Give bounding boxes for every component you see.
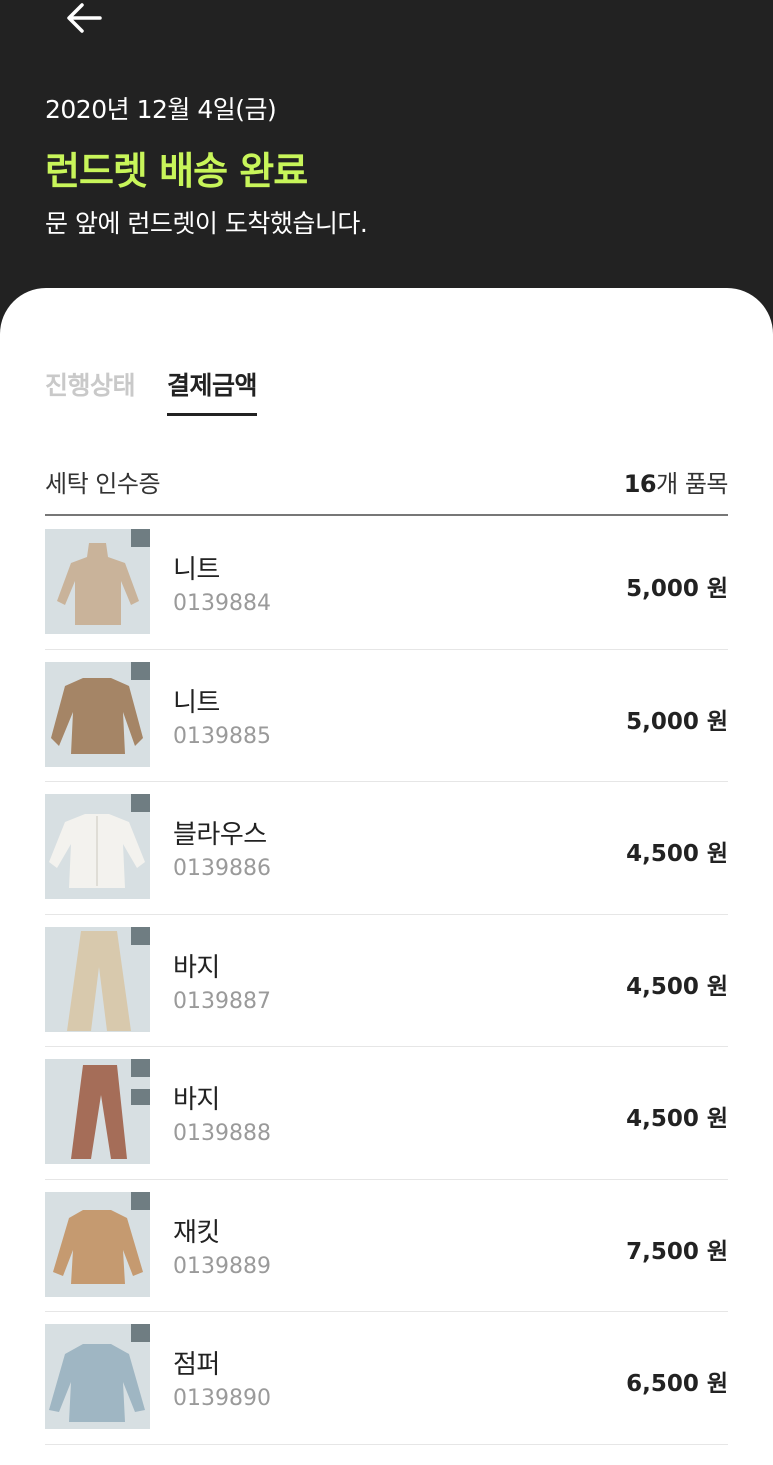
item-price: 5,000 원 — [626, 708, 728, 735]
item-thumbnail — [45, 794, 150, 899]
item-code: 0139887 — [173, 988, 271, 1014]
item-price: 7,500 원 — [626, 1238, 728, 1265]
list-item[interactable]: 바지 0139888 4,500 원 — [45, 1047, 728, 1180]
item-name: 바지 — [173, 1085, 220, 1115]
list-item[interactable]: 블라우스 0139886 4,500 원 — [45, 782, 728, 915]
item-thumbnail — [45, 1324, 150, 1429]
item-name: 점퍼 — [173, 1350, 220, 1380]
item-thumbnail — [45, 1191, 150, 1297]
receipt-label: 세탁 인수증 — [45, 470, 161, 498]
item-code: 0139885 — [173, 723, 271, 749]
arrow-left-icon — [67, 3, 102, 33]
item-thumbnail — [45, 1059, 150, 1164]
list-item[interactable]: 점퍼 0139890 6,500 원 — [45, 1312, 728, 1445]
item-code: 0139889 — [173, 1253, 271, 1279]
item-name: 니트 — [173, 687, 220, 718]
item-code: 0139890 — [173, 1386, 271, 1411]
item-name: 바지 — [173, 952, 220, 983]
list-item[interactable]: 니트 0139884 5,000 원 — [45, 517, 728, 650]
item-price: 4,500 원 — [626, 1106, 728, 1132]
item-name: 니트 — [173, 555, 220, 585]
item-count-suffix: 개 품목 — [656, 470, 728, 498]
tab-payment-amount[interactable]: 결제금액 — [167, 366, 258, 416]
item-price: 5,000 원 — [626, 576, 728, 602]
header: 2020년 12월 4일(금) 런드렛 배송 완료 문 앞에 런드렛이 도착했습… — [0, 0, 773, 310]
list-item[interactable]: 바지 0139887 4,500 원 — [45, 915, 728, 1047]
page-subtitle: 문 앞에 런드렛이 도착했습니다. — [45, 209, 368, 238]
item-price: 6,500 원 — [626, 1371, 728, 1397]
list-item[interactable]: 니트 0139885 5,000 원 — [45, 650, 728, 782]
item-count: 16개 품목 — [623, 464, 729, 499]
delivery-date: 2020년 12월 4일(금) — [45, 95, 277, 124]
item-code: 0139886 — [173, 856, 271, 881]
receipt-header: 세탁 인수증 16개 품목 — [45, 464, 728, 516]
item-price: 4,500 원 — [626, 973, 728, 1000]
page-title: 런드렛 배송 완료 — [45, 149, 308, 193]
content-panel: 진행상태 결제금액 세탁 인수증 16개 품목 니트 0139884 5,000… — [0, 288, 773, 1465]
item-thumbnail — [45, 926, 150, 1032]
tab-bar: 진행상태 결제금액 — [45, 366, 289, 416]
item-list: 니트 0139884 5,000 원 니트 0139885 5,000 원 블라… — [45, 517, 728, 1445]
item-code: 0139888 — [173, 1121, 271, 1146]
item-thumbnail — [45, 661, 150, 767]
item-code: 0139884 — [173, 591, 271, 616]
item-count-number: 16 — [623, 470, 657, 498]
back-button[interactable] — [62, 0, 108, 40]
item-name: 블라우스 — [173, 820, 267, 850]
item-price: 4,500 원 — [626, 841, 728, 867]
item-thumbnail — [45, 529, 150, 634]
item-name: 재킷 — [173, 1217, 220, 1248]
list-item[interactable]: 재킷 0139889 7,500 원 — [45, 1180, 728, 1312]
tab-progress-status[interactable]: 진행상태 — [45, 366, 136, 416]
